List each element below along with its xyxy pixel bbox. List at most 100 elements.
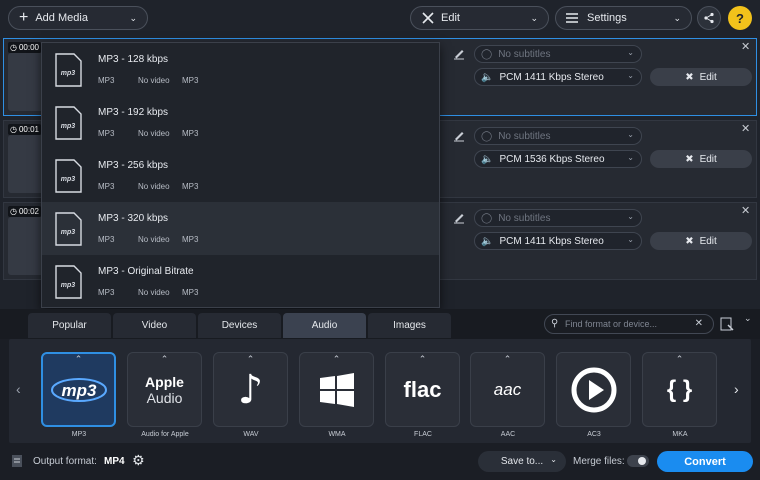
subtitles-dropdown[interactable]: ◯ No subtitles ⌄ bbox=[474, 45, 642, 63]
format-label: MP3 bbox=[71, 431, 87, 438]
preset-format: MP3 bbox=[98, 288, 115, 297]
apple-audio-text2: Audio bbox=[146, 389, 183, 406]
edit-pen-icon[interactable] bbox=[452, 210, 466, 224]
apple-audio-text: Apple bbox=[145, 373, 184, 390]
remove-file-close-icon[interactable]: ✕ bbox=[741, 40, 750, 53]
share-button[interactable] bbox=[697, 6, 721, 30]
format-search-input[interactable]: ⚲ Find format or device... ✕ bbox=[544, 314, 714, 334]
preset-item[interactable]: mp3 MP3 - 128 kbps MP3 No video MP3 bbox=[42, 43, 439, 96]
save-to-dropdown[interactable]: Save to... ⌄ bbox=[478, 451, 566, 472]
expand-presets-icon[interactable]: ⌃ bbox=[127, 354, 202, 365]
flac-logo-text: flac bbox=[403, 376, 442, 402]
clear-search-icon[interactable]: ✕ bbox=[695, 318, 703, 329]
music-note-icon: ♪ bbox=[237, 366, 264, 413]
preset-title: MP3 - 192 kbps bbox=[98, 107, 169, 118]
tools-icon bbox=[422, 12, 434, 24]
tab-images[interactable]: Images bbox=[368, 313, 451, 338]
expand-presets-icon[interactable]: ⌃ bbox=[41, 354, 116, 365]
file-edit-button[interactable]: ✖ Edit bbox=[650, 150, 752, 168]
help-label: ? bbox=[736, 10, 744, 26]
subtitles-value: No subtitles bbox=[498, 212, 551, 224]
svg-text:mp3: mp3 bbox=[61, 282, 76, 289]
remove-file-close-icon[interactable]: ✕ bbox=[741, 204, 750, 217]
chevron-down-icon: ⌄ bbox=[627, 71, 634, 80]
format-label: Audio for Apple bbox=[141, 431, 189, 438]
subtitles-dropdown[interactable]: ◯ No subtitles ⌄ bbox=[474, 209, 642, 227]
subtitles-value: No subtitles bbox=[498, 48, 551, 60]
preset-item-highlighted[interactable]: mp3 MP3 - 320 kbps MP3 No video MP3 bbox=[42, 202, 439, 255]
speaker-icon: 🔈 bbox=[481, 153, 494, 165]
search-icon: ⚲ bbox=[551, 318, 559, 329]
mp3-logo-icon: mp3 bbox=[50, 377, 107, 402]
expand-presets-icon[interactable]: ⌃ bbox=[385, 354, 460, 365]
preset-format: MP3 bbox=[98, 235, 115, 244]
mka-logo-text: { } bbox=[666, 375, 693, 403]
remove-file-close-icon[interactable]: ✕ bbox=[741, 122, 750, 135]
preset-audio: MP3 bbox=[182, 129, 199, 138]
preset-video: No video bbox=[138, 129, 170, 138]
tab-devices[interactable]: Devices bbox=[198, 313, 281, 338]
merge-files-toggle[interactable] bbox=[627, 455, 649, 467]
settings-dropdown-button[interactable]: Settings ⌄ bbox=[555, 6, 692, 30]
help-button[interactable]: ? bbox=[728, 6, 752, 30]
save-to-label: Save to... bbox=[500, 456, 544, 467]
chevron-down-icon: ⌄ bbox=[627, 235, 634, 244]
custom-format-icon[interactable] bbox=[720, 317, 734, 331]
preset-video: No video bbox=[138, 288, 170, 297]
preset-video: No video bbox=[138, 235, 170, 244]
output-format-label: Output format: bbox=[33, 456, 97, 467]
edit-pen-icon[interactable] bbox=[452, 46, 466, 60]
duration-text: 00:00 bbox=[18, 43, 40, 52]
expand-presets-icon[interactable]: ⌃ bbox=[299, 354, 374, 365]
expand-presets-icon[interactable]: ⌃ bbox=[470, 354, 545, 365]
format-label: AAC bbox=[500, 431, 516, 438]
subtitles-value: No subtitles bbox=[498, 130, 551, 142]
expand-presets-icon[interactable]: ⌃ bbox=[213, 354, 288, 365]
tab-video[interactable]: Video bbox=[113, 313, 196, 338]
file-edit-button[interactable]: ✖ Edit bbox=[650, 232, 752, 250]
mp3-file-icon: mp3 bbox=[55, 265, 82, 299]
format-label: WMA bbox=[328, 431, 346, 438]
audio-track-dropdown[interactable]: 🔈 PCM 1411 Kbps Stereo ⌄ bbox=[474, 68, 642, 86]
chevron-down-icon: ⌄ bbox=[627, 130, 634, 139]
file-edit-label: Edit bbox=[699, 153, 717, 165]
file-edit-button[interactable]: ✖ Edit bbox=[650, 68, 752, 86]
scroll-left-icon[interactable]: ‹ bbox=[16, 381, 21, 397]
scroll-right-icon[interactable]: › bbox=[734, 381, 739, 397]
tab-audio[interactable]: Audio bbox=[283, 313, 366, 338]
aac-logo-text: aac bbox=[493, 379, 522, 399]
preset-video: No video bbox=[138, 182, 170, 191]
windows-logo-icon bbox=[319, 372, 354, 407]
svg-text:mp3: mp3 bbox=[61, 176, 76, 183]
audio-track-dropdown[interactable]: 🔈 PCM 1411 Kbps Stereo ⌄ bbox=[474, 232, 642, 250]
tab-popular[interactable]: Popular bbox=[28, 313, 111, 338]
convert-button[interactable]: Convert bbox=[657, 451, 753, 472]
edit-dropdown-button[interactable]: Edit ⌄ bbox=[410, 6, 549, 30]
speaker-icon: 🔈 bbox=[481, 235, 494, 247]
chevron-down-icon: ⌄ bbox=[627, 212, 634, 221]
output-settings-gear-icon[interactable]: ⚙ bbox=[132, 452, 145, 469]
add-media-button[interactable]: + Add Media ⌄ bbox=[8, 6, 148, 30]
tools-icon: ✖ bbox=[685, 153, 694, 165]
duration-text: 00:01 bbox=[18, 125, 40, 134]
audio-track-dropdown[interactable]: 🔈 PCM 1536 Kbps Stereo ⌄ bbox=[474, 150, 642, 168]
preset-item[interactable]: mp3 MP3 - 256 kbps MP3 No video MP3 bbox=[42, 149, 439, 202]
mp3-file-icon: mp3 bbox=[55, 106, 82, 140]
preset-item[interactable]: mp3 MP3 - Original Bitrate MP3 No video … bbox=[42, 255, 439, 308]
preset-title: MP3 - 256 kbps bbox=[98, 160, 169, 171]
collapse-panel-icon[interactable]: ⌄ bbox=[744, 313, 752, 324]
edit-pen-icon[interactable] bbox=[452, 128, 466, 142]
audio-track-value: PCM 1536 Kbps Stereo bbox=[499, 153, 605, 165]
subtitles-dropdown[interactable]: ◯ No subtitles ⌄ bbox=[474, 127, 642, 145]
duration-badge: ◷ 00:00 bbox=[8, 42, 42, 53]
audio-track-value: PCM 1411 Kbps Stereo bbox=[499, 235, 604, 247]
file-edit-label: Edit bbox=[699, 71, 717, 83]
preset-item[interactable]: mp3 MP3 - 192 kbps MP3 No video MP3 bbox=[42, 96, 439, 149]
format-label: AC3 bbox=[587, 431, 601, 438]
preset-format: MP3 bbox=[98, 76, 115, 85]
preset-dropdown-menu: mp3 MP3 - 128 kbps MP3 No video MP3 mp3 … bbox=[41, 42, 440, 308]
expand-presets-icon[interactable]: ⌃ bbox=[642, 354, 717, 365]
preset-title: MP3 - 320 kbps bbox=[98, 213, 169, 224]
format-tile-ac3[interactable] bbox=[556, 352, 631, 427]
preset-title: MP3 - Original Bitrate bbox=[98, 266, 194, 277]
